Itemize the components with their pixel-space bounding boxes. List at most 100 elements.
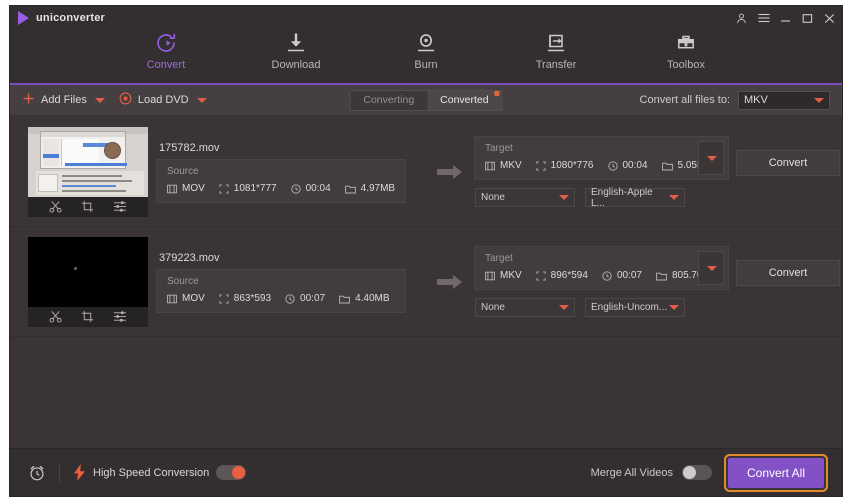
convert-all-button[interactable]: Convert All (728, 457, 824, 488)
target-title: Target (485, 143, 513, 154)
source-size: 4.40MB (339, 293, 390, 304)
video-thumbnail[interactable] (28, 236, 148, 307)
tab-converting[interactable]: Converting (350, 91, 427, 110)
disc-icon (119, 92, 132, 108)
tab-burn[interactable]: Burn (387, 32, 465, 71)
target-duration: 00:07 (602, 270, 642, 281)
add-files-dropdown-caret[interactable] (94, 97, 105, 103)
tab-converted[interactable]: Converted (427, 90, 502, 110)
tab-transfer[interactable]: Transfer (517, 32, 595, 71)
account-icon[interactable] (735, 12, 748, 25)
resize-icon (536, 270, 546, 281)
thumbnail-tools (28, 196, 148, 217)
effects-icon[interactable] (113, 200, 127, 213)
source-format: MOV (167, 293, 205, 304)
transfer-icon (544, 32, 568, 54)
table-row[interactable]: 175782.mov Source MOV 1081*777 00:04 4.9… (10, 117, 842, 227)
convert-all-button-label: Convert All (746, 465, 806, 480)
crop-icon[interactable] (81, 310, 94, 323)
app-brand: uniconverter (18, 11, 105, 25)
burn-icon (414, 32, 438, 54)
folder-icon (344, 184, 356, 194)
source-duration: 00:07 (285, 293, 325, 304)
source-info-group: 175782.mov Source MOV 1081*777 00:04 4.9… (156, 140, 426, 203)
chevron-down-icon (669, 305, 679, 310)
audio-track-value: English-Apple L... (591, 186, 653, 209)
source-panel: Source MOV 863*593 00:07 4.40MB (156, 269, 406, 313)
row-convert-group: Convert (736, 149, 840, 194)
convert-button[interactable]: Convert (736, 259, 840, 286)
convert-button-label: Convert (768, 266, 808, 279)
file-name: 175782.mov (159, 142, 220, 154)
source-resolution: 863*593 (219, 293, 271, 304)
convert-all-format-select[interactable]: MKV (738, 90, 830, 110)
alarm-clock-icon[interactable] (28, 464, 46, 482)
clock-icon (285, 293, 295, 304)
target-title: Target (485, 253, 513, 264)
folder-icon (339, 294, 350, 304)
bottom-bar: High Speed Conversion Merge All Videos C… (10, 448, 842, 496)
chevron-down-icon (814, 97, 824, 103)
minimize-icon[interactable] (779, 12, 792, 25)
convert-icon (154, 32, 178, 54)
high-speed-conversion-toggle[interactable] (216, 465, 247, 480)
track-selects: None English-Apple L... (474, 186, 736, 209)
target-resolution: 896*594 (536, 270, 588, 281)
conversion-arrow (426, 164, 474, 180)
subtitle-select[interactable]: None (475, 298, 575, 317)
add-files-label: Add Files (41, 94, 87, 106)
target-format-dropdown[interactable] (698, 141, 724, 175)
converted-badge (494, 90, 500, 96)
resize-icon (219, 293, 229, 304)
clock-icon (290, 183, 301, 194)
subtitle-value: None (481, 302, 505, 313)
menu-icon[interactable] (757, 12, 770, 25)
target-format-dropdown[interactable] (698, 251, 724, 285)
clock-icon (602, 270, 612, 281)
add-files-button[interactable]: Add Files (22, 92, 105, 108)
tab-label: Burn (414, 59, 438, 71)
film-icon (485, 161, 495, 171)
tab-toolbox[interactable]: Toolbox (647, 32, 725, 71)
folder-icon (656, 271, 667, 281)
plus-icon (22, 92, 35, 108)
trim-icon[interactable] (49, 200, 62, 213)
crop-icon[interactable] (81, 200, 94, 213)
tab-label: Toolbox (667, 59, 705, 71)
main-tab-bar: Convert Download Burn Transfer Toolbox (10, 30, 842, 85)
converted-label: Converted (440, 93, 489, 106)
clock-icon (607, 160, 618, 171)
maximize-icon[interactable] (801, 12, 814, 25)
effects-icon[interactable] (113, 310, 127, 323)
converting-label: Converting (363, 93, 415, 106)
convert-button[interactable]: Convert (736, 149, 840, 176)
audio-track-select[interactable]: English-Uncom... (585, 298, 685, 317)
resize-icon (219, 183, 229, 194)
close-icon[interactable] (823, 12, 836, 25)
chevron-down-icon (559, 305, 569, 310)
subtitle-select[interactable]: None (475, 188, 575, 207)
tab-download[interactable]: Download (257, 32, 335, 71)
tab-label: Convert (146, 59, 186, 71)
divider (59, 462, 60, 483)
source-title: Source (167, 166, 199, 177)
source-title: Source (167, 276, 199, 287)
convert-all-to-label: Convert all files to: (639, 94, 730, 106)
audio-track-select[interactable]: English-Apple L... (585, 186, 685, 209)
app-logo-icon (18, 11, 29, 25)
status-filter-group: Converting Converted (349, 89, 503, 111)
target-group: Target MKV 896*594 00:07 805.70KB None E… (474, 246, 736, 317)
load-dvd-dropdown-caret[interactable] (196, 97, 207, 103)
tab-convert[interactable]: Convert (127, 32, 205, 71)
load-dvd-button[interactable]: Load DVD (119, 92, 207, 108)
video-thumbnail[interactable] (28, 126, 148, 197)
target-panel: Target MKV 1080*776 00:04 5.05MB (474, 136, 729, 180)
source-size: 4.97MB (344, 183, 395, 194)
trim-icon[interactable] (49, 310, 62, 323)
table-row[interactable]: 379223.mov Source MOV 863*593 00:07 4.40… (10, 227, 842, 337)
merge-all-videos-toggle[interactable] (682, 465, 712, 480)
source-panel: Source MOV 1081*777 00:04 4.97MB (156, 159, 406, 203)
file-list[interactable]: 175782.mov Source MOV 1081*777 00:04 4.9… (10, 115, 842, 448)
source-info-group: 379223.mov Source MOV 863*593 00:07 4.40… (156, 250, 426, 313)
high-speed-conversion-group: High Speed Conversion (73, 464, 247, 481)
